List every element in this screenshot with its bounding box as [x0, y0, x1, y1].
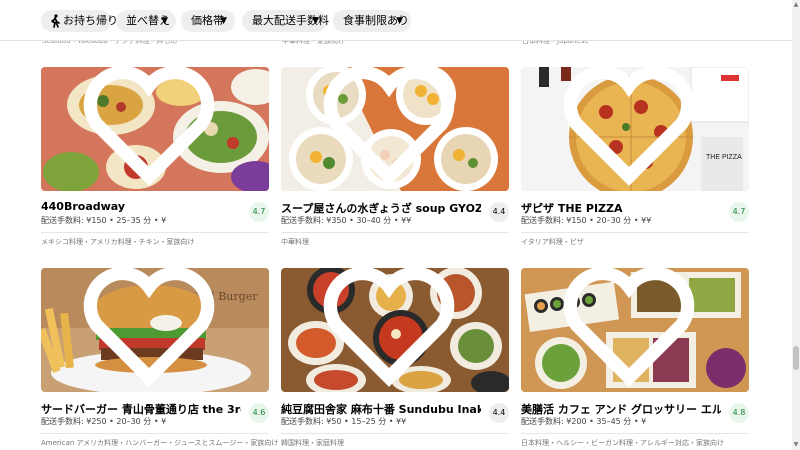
rating-badge: 4.6: [249, 403, 269, 423]
restaurant-name: 美膳活 カフェ アンド グロッサリー エル フォ...: [521, 403, 721, 416]
heart-icon[interactable]: [41, 67, 263, 186]
restaurant-image: [281, 268, 509, 392]
pickup-filter-chip[interactable]: お持ち帰り: [41, 10, 118, 32]
cuisine-tags: American アメリカ料理・ハンバーガー・ジュースとスムージー・家族向け: [41, 439, 279, 447]
chevron-down-icon: ▼: [161, 16, 168, 26]
divider: [281, 433, 509, 434]
heart-icon[interactable]: [521, 67, 743, 186]
cuisine-tags: 中華料理: [281, 238, 309, 246]
rating-badge: 4.4: [489, 403, 509, 423]
restaurant-image: The 3rd Burger: [41, 268, 269, 392]
dietary-filter-chip[interactable]: 食事制限あり ▼: [333, 10, 411, 32]
restaurant-image: [521, 268, 749, 392]
heart-icon[interactable]: [521, 268, 743, 387]
cuisine-tags: 韓国料理・家庭料理: [281, 439, 344, 447]
price-filter-label: 価格帯: [191, 14, 224, 27]
delivery-info: 配送手数料: ¥350 • 30–40 分 • ¥¥: [281, 216, 412, 225]
restaurant-name: ザピザ THE PIZZA: [521, 202, 623, 215]
rating-badge: 4.8: [729, 403, 749, 423]
divider: [41, 433, 269, 434]
cuisine-tags: メキシコ料理・アメリカ料理・チキン・家族向け: [41, 238, 195, 246]
filter-bar: お持ち帰り 並べ替え ▼ 価格帯 ▼ 最大配送手数料 ▼ 食事制限あり ▼: [0, 0, 792, 41]
chevron-down-icon: ▼: [396, 16, 403, 26]
delivery-info: 配送手数料: ¥150 • 20–30 分 • ¥¥: [521, 216, 652, 225]
divider: [521, 433, 749, 434]
scroll-down-arrow-icon[interactable]: ▼: [792, 440, 800, 450]
rating-badge: 4.7: [729, 202, 749, 222]
heart-icon[interactable]: [41, 268, 263, 387]
walking-person-icon: [51, 14, 60, 28]
restaurant-name: サードバーガー 青山骨董通り店 the 3rd Burg...: [41, 403, 241, 416]
delivery-info: 配送手数料: ¥250 • 20–30 分 • ¥: [41, 417, 167, 426]
cuisine-tags: 日本料理・ヘルシー・ビーガン料理・アレルギー対応・家族向け: [521, 439, 724, 447]
scroll-up-arrow-icon[interactable]: ▲: [792, 0, 800, 10]
scrollbar-thumb[interactable]: [793, 346, 799, 370]
rating-badge: 4.7: [249, 202, 269, 222]
cuisine-tags: イタリア料理・ピザ: [521, 238, 584, 246]
delivery-fee-filter-chip[interactable]: 最大配送手数料 ▼: [242, 10, 329, 32]
restaurant-name: 440Broadway: [41, 200, 126, 213]
restaurant-image: [281, 67, 509, 191]
vertical-scrollbar[interactable]: ▲ ▼: [792, 0, 800, 450]
chevron-down-icon: ▼: [220, 16, 227, 26]
restaurant-name: スープ屋さんの水ぎょうざ soup GYOZA: [281, 202, 481, 215]
delivery-info: 配送手数料: ¥150 • 25–35 分 • ¥: [41, 216, 167, 225]
divider: [281, 232, 509, 233]
restaurant-image: THE PIZZA: [521, 67, 749, 191]
sort-filter-chip[interactable]: 並べ替え ▼: [116, 10, 176, 32]
delivery-info: 配送手数料: ¥200 • 35–45 分 • ¥: [521, 417, 647, 426]
heart-icon[interactable]: [281, 268, 503, 387]
restaurant-image: [41, 67, 269, 191]
price-filter-chip[interactable]: 価格帯 ▼: [181, 10, 235, 32]
delivery-info: 配送手数料: ¥50 • 15–25 分 • ¥¥: [281, 417, 407, 426]
rating-badge: 4.4: [489, 202, 509, 222]
restaurant-name: 純豆腐田舎家 麻布十番 Sundubu Inakaya Aza...: [281, 403, 481, 416]
heart-icon[interactable]: [281, 67, 503, 186]
pickup-filter-label: お持ち帰り: [63, 14, 118, 27]
divider: [521, 232, 749, 233]
divider: [41, 232, 269, 233]
chevron-down-icon: ▼: [312, 16, 319, 26]
